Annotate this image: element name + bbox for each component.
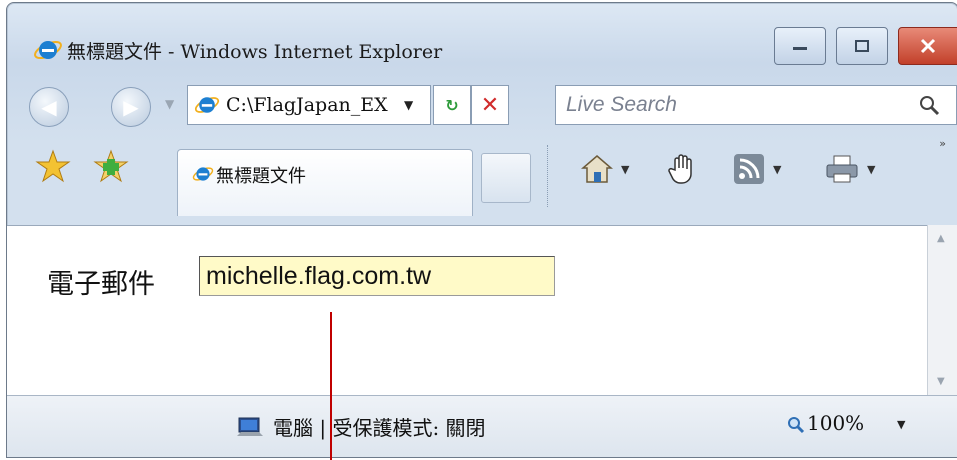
scroll-down-arrow[interactable]: ▼ <box>937 376 945 387</box>
minimize-button[interactable] <box>774 27 826 65</box>
address-bar[interactable]: C:\FlagJapan_EX ▼ <box>187 85 431 125</box>
home-icon <box>581 155 613 183</box>
caption-buttons <box>764 27 957 65</box>
forward-icon: ▶ <box>123 95 139 119</box>
page-content: 電子郵件 <box>7 225 927 396</box>
home-dropdown[interactable]: ▼ <box>621 163 629 176</box>
recent-pages-dropdown[interactable]: ▼ <box>165 97 174 111</box>
more-commands-chevron[interactable]: » <box>939 137 946 150</box>
stop-icon: ✕ <box>480 92 500 118</box>
back-icon: ◀ <box>41 95 57 119</box>
search-icon[interactable] <box>918 94 940 116</box>
hand-icon <box>668 154 692 184</box>
tab-ie-icon <box>192 167 214 181</box>
new-tab-button[interactable] <box>481 153 531 203</box>
status-bar: 電腦 | 受保護模式: 關閉 100% ▼ <box>7 395 957 457</box>
scroll-up-arrow[interactable]: ▲ <box>937 233 945 244</box>
page-ie-icon <box>194 97 220 113</box>
rss-dropdown[interactable]: ▼ <box>773 163 781 176</box>
rss-button[interactable]: ▼ <box>733 151 781 187</box>
refresh-button[interactable]: ↻ <box>433 85 471 125</box>
address-text[interactable]: C:\FlagJapan_EX <box>226 94 396 116</box>
computer-icon <box>237 417 263 436</box>
zoom-dropdown[interactable]: ▼ <box>897 418 905 431</box>
email-field[interactable] <box>199 256 555 296</box>
search-box[interactable] <box>555 85 957 125</box>
callout-line <box>330 312 332 460</box>
maximize-icon <box>855 40 869 52</box>
refresh-icon: ↻ <box>445 95 459 115</box>
tab-label: 無標題文件 <box>216 166 306 187</box>
navigation-bar: ◀ ▶ ▼ C:\FlagJapan_EX ▼ ↻ ✕ <box>7 81 957 129</box>
window-title: 無標題文件 - Windows Internet Explorer <box>67 41 443 63</box>
maximize-button[interactable] <box>836 27 888 65</box>
browser-window: 無標題文件 - Windows Internet Explorer ◀ ▶ ▼ <box>6 2 957 458</box>
search-input[interactable] <box>556 86 908 124</box>
close-button[interactable] <box>898 27 957 65</box>
print-dropdown[interactable]: ▼ <box>867 163 875 176</box>
hand-button[interactable] <box>667 151 701 187</box>
title-bar: 無標題文件 - Windows Internet Explorer <box>7 3 957 73</box>
zoom-icon[interactable] <box>787 416 805 434</box>
back-button[interactable]: ◀ <box>29 87 69 127</box>
toolbar-separator <box>547 145 549 207</box>
tab-active[interactable]: 無標題文件 <box>177 149 473 216</box>
stop-button[interactable]: ✕ <box>471 85 509 125</box>
minimize-icon <box>793 47 807 50</box>
favorites-star-icon[interactable] <box>35 149 71 185</box>
close-icon <box>920 38 936 54</box>
rss-icon <box>734 154 764 184</box>
security-zone-text[interactable]: 電腦 | 受保護模式: 關閉 <box>273 412 486 441</box>
ie-logo-icon <box>34 40 62 60</box>
tab-bar: 無標題文件 ▼ ▼ ▼ » <box>7 135 957 216</box>
address-dropdown[interactable]: ▼ <box>404 98 413 112</box>
zoom-level[interactable]: 100% <box>807 411 864 435</box>
home-button[interactable]: ▼ <box>581 151 629 187</box>
forward-button[interactable]: ▶ <box>111 87 151 127</box>
vertical-scrollbar[interactable]: ▲ ▼ <box>927 225 957 395</box>
add-favorites-icon[interactable] <box>93 149 129 185</box>
print-button[interactable]: ▼ <box>825 151 875 187</box>
print-icon <box>826 155 858 183</box>
email-label: 電子郵件 <box>47 269 155 300</box>
